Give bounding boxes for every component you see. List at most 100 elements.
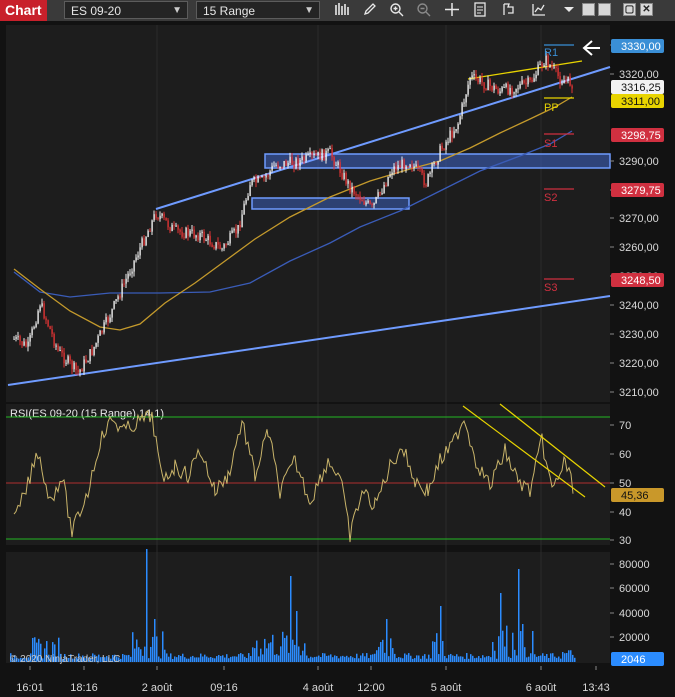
crosshair-icon[interactable] [443,2,461,19]
volume-bar [432,641,434,662]
volume-bar [574,657,576,662]
candle-body [217,242,219,245]
pivot-pp-label: PP [544,102,559,114]
volume-bar [384,652,386,662]
volume-bar [398,657,400,662]
zoom-in-icon[interactable] [388,2,406,19]
candle-body [345,172,347,184]
candle-body [565,80,567,82]
volume-bar [280,646,282,662]
window-maximize-icon[interactable]: ▢ [623,3,636,16]
candle-body [71,360,73,370]
volume-bar [164,649,166,662]
volume-bar [192,655,194,662]
candle-body [551,65,553,68]
candle-body [483,82,485,89]
candle-body [293,164,295,168]
volume-bar [400,657,402,662]
time-tick-label: 12:00 [357,682,385,694]
volume-bar [416,655,418,662]
candle-body [85,359,87,363]
candle-body [81,369,83,372]
candle-body [329,148,331,150]
candle-body [237,225,239,234]
bars-icon[interactable] [333,2,351,19]
candle-body [157,217,159,219]
volume-tick-label: 80000 [619,559,650,571]
candle-body [281,166,283,168]
support-zone[interactable] [251,197,410,210]
volume-bar [420,658,422,662]
candle-body [515,88,517,93]
volume-bar [464,658,466,662]
draw-pencil-icon[interactable] [361,2,379,19]
strategy-icon[interactable] [500,2,518,19]
chart-title-tab[interactable]: Chart [0,0,47,21]
volume-bar [286,635,288,662]
volume-bar [440,606,442,662]
candle-body [523,80,525,83]
volume-bar [306,655,308,662]
volume-bar [456,654,458,662]
price-tick-label: 3230,00 [619,329,659,341]
zoom-out-icon[interactable] [415,2,433,19]
volume-bar [530,653,532,662]
candle-body [337,162,339,166]
candle-body [299,159,301,167]
volume-bar [290,576,292,662]
candle-body [177,225,179,230]
volume-bar [196,657,198,662]
instrument-selector[interactable]: ES 09-20 ▼ [64,1,188,19]
window-close-icon[interactable]: ✕ [640,3,653,16]
candle-body [123,283,125,285]
candle-body [243,203,245,215]
interval-selector[interactable]: 15 Range ▼ [196,1,320,19]
volume-bar [378,646,380,662]
volume-bar [184,657,186,662]
candle-body [485,88,487,91]
candle-body [537,64,539,75]
candle-body [365,202,367,205]
volume-bar [244,656,246,662]
candle-body [323,149,325,161]
candle-body [295,158,297,168]
candle-body [477,78,479,83]
indicator-icon[interactable] [530,2,548,19]
candle-body [401,159,403,168]
candle-body [473,74,475,76]
candle-body [559,76,561,85]
volume-bar [436,633,438,662]
candle-body [275,164,277,166]
volume-bar [540,655,542,662]
candle-body [175,225,177,227]
volume-bar [470,654,472,662]
candle-body [45,318,47,321]
volume-bar [486,656,488,662]
chart-canvas[interactable]: R1 PP S1 S2 S3 3330,003320,003290,003280… [0,21,675,697]
rsi-panel[interactable] [6,404,610,545]
candle-body [379,192,381,194]
candle-body [57,345,59,351]
volume-bar [174,656,176,662]
candle-body [63,352,65,364]
candle-body [311,152,313,155]
candle-body [465,94,467,103]
candle-body [83,359,85,372]
candle-body [285,160,287,166]
volume-bar [122,653,124,662]
window-restore-icon[interactable] [598,3,611,16]
candle-body [321,149,323,161]
pivot-s2-label: S2 [544,192,557,204]
window-minimize-icon[interactable] [582,3,595,16]
menu-dropdown-icon[interactable] [560,2,578,19]
volume-bar [394,653,396,662]
properties-icon[interactable] [471,2,489,19]
volume-bar [478,656,480,662]
candle-body [409,164,411,167]
volume-bar [336,656,338,662]
volume-bar [524,647,526,662]
candle-body [163,213,165,218]
candle-body [541,64,543,67]
candle-body [461,103,463,117]
volume-bar [410,655,412,662]
